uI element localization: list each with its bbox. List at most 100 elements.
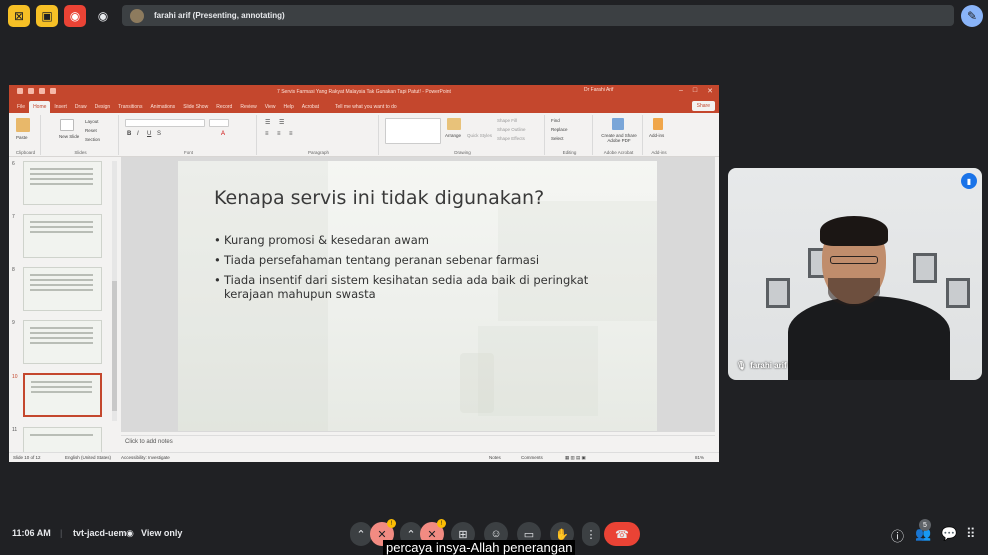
new-slide-icon[interactable]: [60, 119, 74, 131]
presenter-chip: farahi arif (Presenting, annotating): [122, 5, 954, 26]
scrollbar-thumb[interactable]: [112, 281, 117, 411]
close-icon[interactable]: ✕: [707, 87, 713, 95]
section-button[interactable]: Section: [85, 137, 100, 142]
participant-video-tile[interactable]: ▮ 🎙 farahi arif: [728, 168, 982, 380]
new-slide-button[interactable]: New Slide: [59, 134, 79, 139]
slide-thumbnail-selected[interactable]: [23, 373, 102, 417]
shape-fill-button[interactable]: Shape Fill: [497, 118, 517, 123]
mic-options-button[interactable]: ⌃: [350, 522, 372, 546]
language-indicator[interactable]: English (United States): [65, 455, 111, 460]
shape-outline-button[interactable]: Shape Outline: [497, 127, 526, 132]
bold-icon[interactable]: B: [127, 131, 131, 137]
accessibility-indicator[interactable]: Accessibility: Investigate: [121, 455, 170, 460]
replace-button[interactable]: Replace: [551, 127, 568, 132]
info-icon[interactable]: ⓘ: [891, 526, 904, 545]
slide-thumbnail[interactable]: [23, 214, 102, 258]
activities-icon[interactable]: ⠿: [966, 526, 976, 542]
slide-thumbnail[interactable]: [23, 320, 102, 364]
shape-effects-button[interactable]: Shape Effects: [497, 136, 525, 141]
tell-me-search[interactable]: Tell me what you want to do: [323, 104, 403, 113]
pen-icon[interactable]: ✎: [961, 5, 983, 27]
tab-file[interactable]: File: [13, 104, 29, 113]
drawing-group: Arrange Quick Styles Shape Fill Shape Ou…: [381, 115, 545, 155]
participant-name: farahi arif: [750, 361, 787, 370]
slide-thumbnail[interactable]: [23, 267, 102, 311]
tab-record[interactable]: Record: [212, 104, 236, 113]
thumb-number: 7: [12, 214, 15, 220]
emoji-icon: ☺: [490, 528, 502, 540]
paste-button[interactable]: Paste: [16, 135, 28, 140]
quick-styles-button[interactable]: Quick Styles: [467, 133, 492, 138]
tab-home[interactable]: Home: [29, 101, 51, 113]
select-button[interactable]: Select: [551, 136, 564, 141]
view-only-label: View only: [141, 528, 183, 538]
comments-button[interactable]: Comments: [521, 455, 543, 460]
shapes-gallery[interactable]: [385, 118, 441, 144]
strikethrough-icon[interactable]: S: [157, 131, 161, 137]
person-hair: [820, 216, 888, 246]
notes-field[interactable]: Click to add notes: [121, 435, 715, 448]
paste-icon[interactable]: [16, 118, 30, 132]
bullets-icon[interactable]: ☰: [265, 119, 270, 126]
hand-icon: ✋: [555, 528, 569, 541]
window-controls[interactable]: – □ ✕: [679, 87, 713, 95]
slide-bullets: Kurang promosi & kesedaran awam Tiada pe…: [214, 233, 614, 307]
zoom-level[interactable]: 81%: [695, 455, 704, 460]
arrange-button[interactable]: Arrange: [445, 133, 461, 138]
minimize-icon[interactable]: –: [679, 87, 683, 95]
create-pdf-button[interactable]: Create and Share Adobe PDF: [597, 133, 641, 143]
layout-button[interactable]: Layout: [85, 119, 99, 124]
tab-view[interactable]: View: [261, 104, 280, 113]
leave-call-button[interactable]: ☎: [604, 522, 640, 546]
underline-icon[interactable]: U: [147, 131, 151, 137]
presentation-icon[interactable]: ▣: [36, 5, 58, 27]
view-buttons[interactable]: ▦ ▥ ▤ ▣: [565, 455, 586, 461]
record-icon[interactable]: ◉: [64, 5, 86, 27]
tab-insert[interactable]: Insert: [50, 104, 71, 113]
tab-transitions[interactable]: Transitions: [114, 104, 146, 113]
tab-draw[interactable]: Draw: [71, 104, 91, 113]
avatar: [130, 8, 144, 23]
tab-slide-show[interactable]: Slide Show: [179, 104, 212, 113]
align-left-icon[interactable]: ≡: [265, 131, 269, 137]
thumb-number: 6: [12, 161, 15, 167]
slide-thumbnail[interactable]: [23, 161, 102, 205]
more-options-button[interactable]: ⋮: [582, 522, 600, 546]
font-size-field[interactable]: [209, 119, 229, 127]
people-button[interactable]: 5 👥: [915, 519, 931, 542]
group-label: Font: [183, 150, 193, 155]
numbering-icon[interactable]: ☰: [279, 119, 284, 126]
slide-thumbnail[interactable]: [23, 427, 102, 452]
captions-icon: ▭: [523, 528, 535, 541]
thumbnails-scrollbar[interactable]: [112, 161, 117, 421]
share-button[interactable]: Share: [691, 101, 715, 111]
notes-button[interactable]: Notes: [489, 455, 501, 460]
align-right-icon[interactable]: ≡: [289, 131, 293, 137]
mic-icon: 🎙: [736, 361, 747, 370]
arrange-icon[interactable]: [447, 118, 461, 130]
find-button[interactable]: Find: [551, 118, 560, 123]
align-center-icon[interactable]: ≡: [277, 131, 281, 137]
current-slide[interactable]: Kenapa servis ini tidak digunakan? Kuran…: [178, 161, 657, 431]
cast-icon[interactable]: ⊠: [8, 5, 30, 27]
live-caption: percaya insya-Allah penerangan: [383, 540, 576, 555]
eye-icon[interactable]: ◉: [92, 5, 114, 27]
pdf-icon[interactable]: [612, 118, 624, 130]
reset-button[interactable]: Reset: [85, 128, 97, 133]
font-color-icon[interactable]: A: [221, 131, 225, 137]
status-bar: Slide 10 of 12 English (United States) A…: [9, 452, 719, 462]
tab-acrobat[interactable]: Acrobat: [298, 104, 323, 113]
chat-icon[interactable]: 💬: [941, 526, 957, 542]
tab-help[interactable]: Help: [279, 104, 297, 113]
tab-review[interactable]: Review: [236, 104, 260, 113]
tab-animations[interactable]: Animations: [146, 104, 179, 113]
maximize-icon[interactable]: □: [693, 87, 697, 95]
beard: [828, 278, 880, 306]
italic-icon[interactable]: I: [137, 131, 139, 137]
tab-design[interactable]: Design: [91, 104, 115, 113]
addins-button[interactable]: Add-ins: [649, 133, 664, 138]
camera-off-icon: ✕: [427, 528, 437, 541]
chevron-up-icon: ⌃: [356, 528, 366, 541]
addins-icon[interactable]: [653, 118, 663, 130]
font-name-field[interactable]: [125, 119, 205, 127]
